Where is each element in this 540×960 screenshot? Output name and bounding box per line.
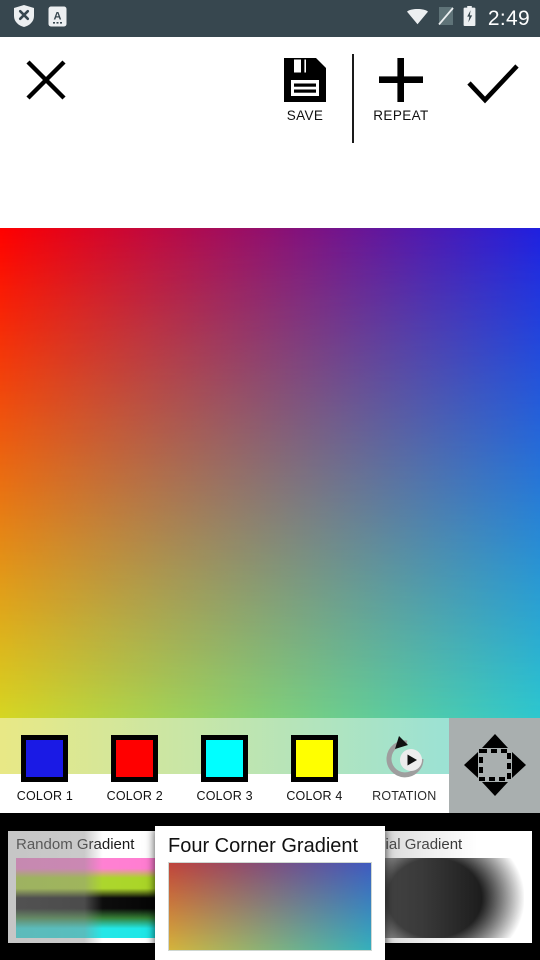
keyboard-language-icon: A [48, 6, 67, 32]
color-1-label: COLOR 1 [16, 789, 74, 803]
tool-color-1[interactable]: COLOR 1 [0, 718, 90, 813]
rotation-label: ROTATION [372, 789, 437, 803]
color-4-swatch [290, 735, 338, 782]
preset-thumb-four-corner [168, 862, 372, 951]
floppy-disk-icon [284, 54, 326, 106]
confirm-button[interactable] [465, 59, 521, 111]
close-icon [25, 59, 67, 104]
color-3-swatch [201, 735, 249, 782]
tool-color-4[interactable]: COLOR 4 [270, 718, 360, 813]
status-bar-clock: 2:49 [487, 6, 530, 30]
color-2-label: COLOR 2 [106, 789, 163, 803]
battery-charging-icon [463, 6, 476, 31]
repeat-button[interactable]: REPEAT [363, 54, 439, 132]
check-icon [467, 63, 519, 108]
preset-carousel[interactable]: Random Gradient Radial Gradient Four Cor… [0, 813, 540, 960]
color-4-label: COLOR 4 [286, 789, 343, 803]
top-toolbar: SAVE REPEAT [0, 37, 540, 228]
tool-rotation[interactable]: ROTATION [359, 718, 449, 813]
svg-text:A: A [54, 10, 62, 22]
preset-title-four-corner: Four Corner Gradient [168, 835, 359, 857]
color-1-swatch [21, 735, 69, 782]
wifi-icon [406, 7, 429, 30]
tool-color-3[interactable]: COLOR 3 [180, 718, 270, 813]
gradient-canvas[interactable] [0, 228, 540, 718]
four-corner-layer-b [169, 863, 371, 950]
preset-card-four-corner-gradient[interactable]: Four Corner Gradient [155, 826, 385, 960]
rotate-play-icon [377, 735, 431, 782]
gradient-editor-screen: A 2:49 SAVE REPEAT COLOR 1 COLOR 2 COLOR… [0, 0, 540, 960]
shield-x-icon [14, 5, 34, 32]
tool-position[interactable] [449, 718, 540, 813]
tool-strip-items: COLOR 1 COLOR 2 COLOR 3 COLOR 4 ROTATION [0, 718, 540, 813]
no-sim-icon [438, 6, 454, 31]
gradient-layer-yellow-cyan [0, 228, 540, 718]
plus-icon [378, 54, 424, 106]
tool-color-2[interactable]: COLOR 2 [90, 718, 180, 813]
color-2-swatch [111, 735, 159, 782]
status-bar: A 2:49 [0, 0, 540, 37]
close-button[interactable] [22, 57, 70, 105]
color-3-label: COLOR 3 [196, 789, 253, 803]
repeat-button-label: REPEAT [373, 108, 429, 123]
move-resize-icon [463, 734, 526, 799]
tool-strip: COLOR 1 COLOR 2 COLOR 3 COLOR 4 ROTATION [0, 718, 540, 813]
status-bar-left-icons: A [14, 5, 67, 32]
save-button-label: SAVE [286, 108, 324, 123]
toolbar-divider [352, 54, 354, 143]
status-bar-right-icons: 2:49 [406, 6, 530, 31]
save-button[interactable]: SAVE [267, 54, 343, 132]
